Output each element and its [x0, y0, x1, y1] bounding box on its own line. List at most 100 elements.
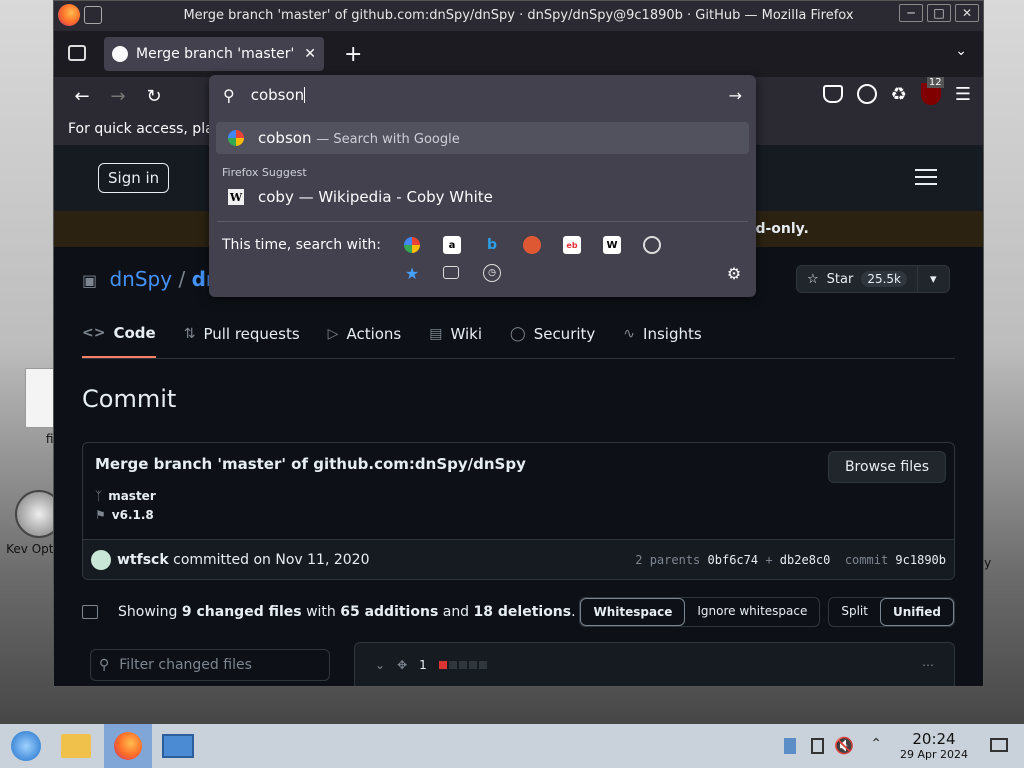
- search-icon: ⚲: [99, 657, 110, 673]
- back-button[interactable]: ←: [64, 81, 100, 111]
- forward-button[interactable]: →: [100, 81, 136, 111]
- commit-box: Merge branch 'master' of github.com:dnSp…: [82, 442, 955, 580]
- play-icon: ▷: [327, 325, 339, 342]
- author-link[interactable]: wtfsck: [117, 552, 169, 568]
- avatar[interactable]: [91, 549, 111, 570]
- separator: [217, 221, 748, 222]
- duckduckgo-engine-icon[interactable]: [523, 236, 541, 254]
- wiki-term: coby: [258, 188, 294, 206]
- tabs-icon[interactable]: [443, 266, 459, 279]
- bookmarks-star-icon[interactable]: ★: [403, 264, 421, 283]
- urlbar-value: cobson: [250, 86, 305, 104]
- maximize-button[interactable]: □: [927, 4, 951, 22]
- ebay-engine-icon[interactable]: eb: [563, 236, 581, 254]
- hamburger-menu-icon[interactable]: [915, 169, 937, 185]
- taskbar-firefox[interactable]: [104, 724, 152, 768]
- file-tree-toggle-icon[interactable]: [82, 605, 98, 619]
- tab-label: Security: [533, 324, 596, 343]
- extensions-icon[interactable]: ♻: [891, 84, 907, 105]
- window-title: Merge branch 'master' of github.com:dnSp…: [183, 8, 854, 23]
- clock[interactable]: 20:24 29 Apr 2024: [900, 730, 968, 761]
- search-icon: ⚲: [223, 85, 235, 105]
- reload-button[interactable]: ↻: [136, 81, 172, 111]
- bing-engine-icon[interactable]: b: [483, 236, 501, 254]
- and-text: and: [442, 604, 470, 620]
- tag-icon: ⚑: [95, 508, 106, 522]
- collapse-icon[interactable]: ⌄: [375, 658, 385, 672]
- list-tabs-icon[interactable]: ⌄: [955, 43, 967, 59]
- tab-security[interactable]: ◯ Security: [510, 309, 595, 358]
- star-button[interactable]: ☆ Star 25.5k ▾: [796, 265, 950, 293]
- tray-expand-icon[interactable]: ⌃: [870, 736, 882, 752]
- browse-files-button[interactable]: Browse files: [827, 451, 946, 483]
- firefox-suggest-label: Firefox Suggest: [222, 166, 307, 179]
- menu-icon[interactable]: ☰: [955, 84, 971, 105]
- suggestion-text: cobson: [258, 129, 312, 147]
- repo-separator: /: [178, 267, 186, 291]
- ublock-icon[interactable]: 12: [920, 77, 944, 105]
- account-icon[interactable]: [856, 84, 877, 104]
- tab-actions[interactable]: ▷ Actions: [328, 309, 402, 358]
- tab-label: Code: [113, 323, 156, 342]
- changed-files-count: 9 changed files: [181, 604, 302, 620]
- star-dropdown-icon[interactable]: ▾: [917, 266, 949, 292]
- tab-close-icon[interactable]: ✕: [304, 46, 316, 62]
- amazon-engine-icon[interactable]: a: [443, 236, 461, 254]
- committed-date: committed on Nov 11, 2020: [173, 551, 370, 568]
- taskbar-app[interactable]: [158, 726, 198, 766]
- tray-usb-icon[interactable]: [784, 738, 796, 754]
- split-button[interactable]: Split: [829, 598, 880, 626]
- commit-sha: 9c1890b: [895, 552, 946, 567]
- tab-pull-requests[interactable]: ⇅ Pull requests: [184, 309, 300, 358]
- parent2-link[interactable]: db2e8c0: [780, 553, 831, 567]
- unified-button[interactable]: Unified: [879, 598, 954, 626]
- parents-label: 2 parents: [635, 552, 701, 567]
- wiki-rest: — Wikipedia - Coby White: [298, 188, 493, 206]
- diff-summary: Showing 9 changed files with 65 addition…: [82, 597, 955, 627]
- with-text: with: [306, 604, 336, 620]
- suggestion-wikipedia[interactable]: W coby — Wikipedia - Coby White: [228, 188, 493, 206]
- suggestion-search-google[interactable]: cobson — Search with Google: [216, 122, 749, 154]
- search-with-label: This time, search with:: [222, 237, 381, 253]
- urlbar-input[interactable]: ⚲ cobson →: [209, 75, 756, 115]
- filter-files-input[interactable]: ⚲ Filter changed files: [90, 649, 330, 681]
- settings-gear-icon[interactable]: ⚙: [725, 264, 743, 283]
- branch-icon: ᛉ: [95, 489, 103, 503]
- tag-link[interactable]: v6.1.8: [112, 508, 154, 522]
- tab-manager-icon[interactable]: [68, 45, 86, 61]
- taskbar-files[interactable]: [56, 726, 96, 766]
- diffstat-bar: [438, 661, 487, 669]
- sign-in-button[interactable]: Sign in: [98, 163, 170, 193]
- tab-wiki[interactable]: ▤ Wiki: [429, 309, 482, 358]
- star-icon: ☆: [807, 271, 819, 287]
- wikipedia-engine-icon[interactable]: W: [603, 236, 621, 254]
- history-icon[interactable]: ◷: [483, 264, 501, 282]
- diff-view-toggle: Split Unified: [828, 597, 955, 627]
- ignore-whitespace-button[interactable]: Ignore whitespace: [685, 598, 819, 626]
- whitespace-button[interactable]: Whitespace: [580, 598, 686, 626]
- minimize-button[interactable]: ─: [899, 4, 923, 22]
- google-engine-icon[interactable]: [403, 236, 421, 254]
- tab-insights[interactable]: ∿ Insights: [623, 309, 701, 358]
- close-button[interactable]: ✕: [955, 4, 979, 22]
- more-options-icon[interactable]: ⋯: [922, 658, 934, 672]
- ublock-badge: 12: [926, 77, 944, 88]
- google-icon: [228, 130, 244, 146]
- repo-owner-link[interactable]: dnSpy: [109, 267, 172, 291]
- go-arrow-icon[interactable]: →: [729, 86, 742, 105]
- tray-clipboard-icon[interactable]: [811, 738, 824, 754]
- tab-active[interactable]: Merge branch 'master' of github.com:dnSp…: [104, 37, 324, 71]
- start-button[interactable]: [6, 726, 46, 766]
- expand-icon[interactable]: ✥: [397, 658, 407, 672]
- show-desktop-icon[interactable]: [990, 738, 1008, 752]
- windows-logo-icon: [11, 731, 41, 761]
- new-tab-button[interactable]: +: [344, 42, 362, 67]
- clock-date: 29 Apr 2024: [899, 748, 968, 761]
- page-title: Commit: [82, 385, 177, 413]
- pocket-icon[interactable]: [822, 85, 843, 103]
- tab-code[interactable]: <> Code: [82, 309, 156, 358]
- branch-link[interactable]: master: [108, 489, 156, 503]
- parent1-link[interactable]: 0bf6c74: [708, 553, 759, 567]
- tray-volume-muted-icon[interactable]: 🔇: [834, 736, 854, 755]
- github-engine-icon[interactable]: [643, 236, 661, 254]
